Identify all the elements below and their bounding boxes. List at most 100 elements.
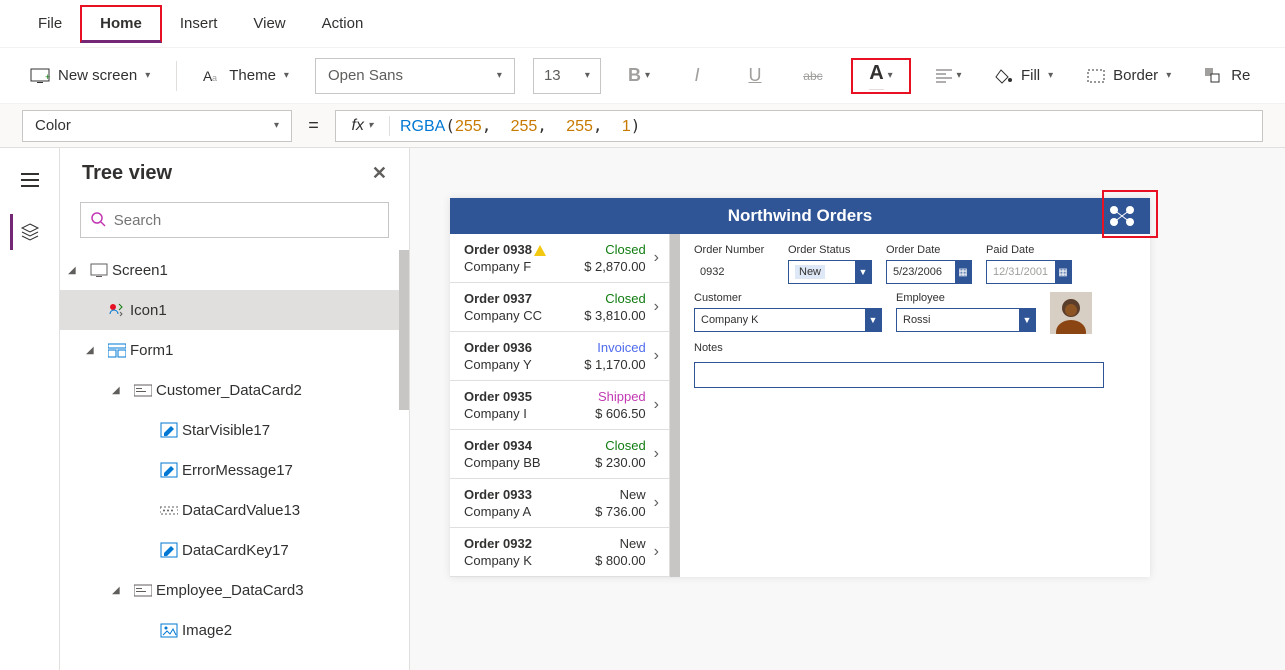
chevron-right-icon: › <box>654 249 659 267</box>
order-list-scrollbar[interactable] <box>670 234 680 577</box>
hamburger-icon <box>21 173 39 187</box>
italic-button[interactable]: I <box>677 58 717 94</box>
order-row[interactable]: Order 0937Company CCClosed$ 3,810.00› <box>450 283 669 332</box>
align-button[interactable]: ▾ <box>929 58 969 94</box>
fx-button[interactable]: fx▾ <box>346 117 379 135</box>
formula-bar: Color▾ = fx▾ RGBA(255, 255, 255, 1) <box>0 104 1285 148</box>
bold-button[interactable]: B▾ <box>619 58 659 94</box>
tree-list: ◢Screen1 Icon1 ◢Form1◢Customer_DataCard2 St… <box>60 250 409 670</box>
tree-view-title: Tree view <box>82 162 172 185</box>
tree-node-image2[interactable]: Image2 <box>60 610 409 650</box>
order-date-input[interactable]: 5/23/2006▦ <box>886 260 972 284</box>
strike-button[interactable]: abc <box>793 58 833 94</box>
notes-label: Notes <box>694 342 1136 354</box>
customer-label: Customer <box>694 292 882 304</box>
order-list[interactable]: Order 0938Company FClosed$ 2,870.00›Orde… <box>450 234 670 577</box>
tree-node-label: DataCardValue13 <box>182 502 300 519</box>
card-icon <box>130 382 156 399</box>
menu-file[interactable]: File <box>20 7 80 40</box>
tree-node-errormessage17[interactable]: ErrorMessage17 <box>60 450 409 490</box>
notes-input[interactable] <box>694 362 1104 388</box>
close-tree-button[interactable]: ✕ <box>372 163 387 184</box>
tree-scrollbar[interactable] <box>399 250 409 410</box>
left-rail <box>0 148 60 670</box>
employee-select[interactable]: Rossi▼ <box>896 308 1036 332</box>
tree-node-label: Image2 <box>182 622 232 639</box>
card-icon <box>130 582 156 599</box>
new-screen-button[interactable]: + New screen▾ <box>22 61 158 90</box>
ribbon: + New screen▾ Aa Theme▾ Open Sans▾ 13▾ B… <box>0 48 1285 104</box>
order-row[interactable]: Order 0936Company YInvoiced$ 1,170.00› <box>450 332 669 381</box>
tree-node-label: Icon1 <box>130 302 167 319</box>
paid-date-label: Paid Date <box>986 244 1072 256</box>
tree-node-label: ErrorMessage17 <box>182 462 293 479</box>
app-header-icon[interactable] <box>1104 202 1140 230</box>
svg-text:a: a <box>212 73 217 83</box>
order-status-select[interactable]: New▼ <box>788 260 872 284</box>
theme-button[interactable]: Aa Theme▾ <box>195 61 297 90</box>
customer-select[interactable]: Company K▼ <box>694 308 882 332</box>
tree-node-icon1[interactable]: Icon1 <box>60 290 409 330</box>
hamburger-button[interactable] <box>12 162 48 198</box>
reorder-button[interactable]: Re <box>1197 61 1258 90</box>
employee-avatar <box>1050 292 1092 334</box>
font-select[interactable]: Open Sans▾ <box>315 58 515 94</box>
chevron-right-icon: › <box>654 543 659 561</box>
tree-node-label: Customer_DataCard2 <box>156 382 302 399</box>
fill-button[interactable]: Fill▾ <box>987 61 1061 90</box>
edit-icon <box>156 422 182 439</box>
image-icon <box>156 622 182 639</box>
underline-button[interactable]: U <box>735 58 775 94</box>
tree-node-datacardkey17[interactable]: DataCardKey17 <box>60 530 409 570</box>
tree-search-input[interactable] <box>114 212 378 229</box>
order-number-label: Order Number <box>694 244 774 256</box>
tree-view-pane: Tree view ✕ ◢Screen1 Icon1 ◢Form1◢Customer… <box>60 148 410 670</box>
tree-search[interactable] <box>80 202 389 238</box>
order-form: Order Number 0932 Order Status New▼ Orde… <box>680 234 1150 577</box>
tree-node-label: StarVisible17 <box>182 422 270 439</box>
tree-node-datacardvalue13[interactable]: DataCardValue13 <box>60 490 409 530</box>
order-number-value: 0932 <box>694 260 774 284</box>
tree-node-employee_datacard3[interactable]: ◢Employee_DataCard3 <box>60 570 409 610</box>
tree-node-form1[interactable]: ◢Form1 <box>60 330 409 370</box>
edit-icon <box>156 462 182 479</box>
app-icon <box>1108 204 1136 228</box>
order-row[interactable]: Order 0933Company ANew$ 736.00› <box>450 479 669 528</box>
tree-node-label: Employee_DataCard3 <box>156 582 304 599</box>
menu-view[interactable]: View <box>235 7 303 40</box>
screen-icon: + <box>30 68 50 84</box>
order-row[interactable]: Order 0932Company KNew$ 800.00› <box>450 528 669 577</box>
order-row[interactable]: Order 0935Company IShipped$ 606.50› <box>450 381 669 430</box>
border-button[interactable]: Border▾ <box>1079 61 1179 90</box>
menu-home[interactable]: Home <box>80 5 162 43</box>
order-row[interactable]: Order 0938Company FClosed$ 2,870.00› <box>450 234 669 283</box>
tree-node-screen1[interactable]: ◢Screen1 <box>60 250 409 290</box>
order-row[interactable]: Order 0934Company BBClosed$ 230.00› <box>450 430 669 479</box>
calendar-icon[interactable]: ▦ <box>1055 261 1071 283</box>
chevron-right-icon: › <box>654 445 659 463</box>
chevron-right-icon: › <box>654 298 659 316</box>
menu-bar: File Home Insert View Action <box>0 0 1285 48</box>
theme-icon: Aa <box>203 68 221 84</box>
font-color-button[interactable]: A▾ <box>851 58 911 94</box>
canvas[interactable]: Northwind Orders Order 0938Company FClos… <box>410 148 1285 670</box>
chevron-right-icon: › <box>654 347 659 365</box>
equals-label: = <box>302 115 325 136</box>
calendar-icon[interactable]: ▦ <box>955 261 971 283</box>
property-select[interactable]: Color▾ <box>22 110 292 142</box>
formula-input[interactable]: RGBA(255, 255, 255, 1) <box>400 116 640 136</box>
fill-icon <box>995 68 1013 84</box>
screen-icon <box>86 262 112 279</box>
menu-insert[interactable]: Insert <box>162 7 236 40</box>
tree-node-customer_datacard2[interactable]: ◢Customer_DataCard2 <box>60 370 409 410</box>
tree-view-rail-button[interactable] <box>10 214 46 250</box>
icon-icon <box>104 302 130 319</box>
chevron-right-icon: › <box>654 396 659 414</box>
menu-action[interactable]: Action <box>304 7 382 40</box>
tree-node-label: DataCardKey17 <box>182 542 289 559</box>
input-icon <box>156 502 182 519</box>
font-size-select[interactable]: 13▾ <box>533 58 601 94</box>
tree-node-label: Form1 <box>130 342 173 359</box>
tree-node-starvisible17[interactable]: StarVisible17 <box>60 410 409 450</box>
paid-date-input[interactable]: 12/31/2001▦ <box>986 260 1072 284</box>
